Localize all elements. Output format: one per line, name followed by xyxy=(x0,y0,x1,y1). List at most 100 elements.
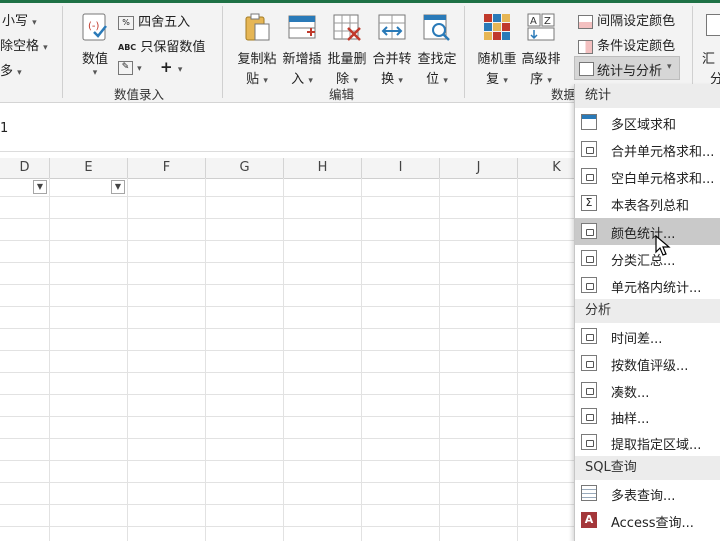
menu-item-column-totals[interactable]: Σ 本表各列总和 xyxy=(575,190,720,217)
menu-item-extract-area[interactable]: 提取指定区域... xyxy=(575,429,720,456)
column-header-i[interactable]: I xyxy=(362,158,440,178)
menu-item-label: 多表查询... xyxy=(611,489,676,504)
doc-icon xyxy=(581,277,597,293)
menu-item-label: Access查询... xyxy=(611,516,694,531)
menu-item-label: 本表各列总和 xyxy=(611,199,690,214)
value-button-label: 数值 xyxy=(81,52,108,67)
more-button[interactable]: 多 ▾ xyxy=(0,60,22,79)
cell-reference[interactable]: 1 xyxy=(0,121,8,136)
menu-item-label: 抽样... xyxy=(611,412,650,427)
edit-group-label: 编辑 xyxy=(329,87,355,102)
round-icon: % xyxy=(118,15,134,30)
keep-value-label: 只保留数值 xyxy=(140,40,206,55)
svg-text:A: A xyxy=(530,16,537,27)
menu-item-access-query[interactable]: A Access查询... xyxy=(575,507,720,534)
doc-icon xyxy=(581,355,597,371)
pencil-icon: ✎ xyxy=(118,60,133,75)
find-locate-button[interactable]: 查找定 位 ▾ xyxy=(414,8,460,87)
menu-item-label: 多区域求和 xyxy=(611,118,677,133)
abc-icon: ABC xyxy=(118,43,137,52)
lowercase-button[interactable]: 小写 ▾ xyxy=(2,10,37,29)
menu-item-label: 按数值评级... xyxy=(611,359,689,374)
menu-item-color-stats[interactable]: 颜色统计... xyxy=(575,218,720,245)
ribbon-top-accent xyxy=(0,0,720,3)
data-group-label: 数据 xyxy=(551,87,577,102)
edit-format-button[interactable]: ✎ ▾ xyxy=(118,60,142,75)
grid-line xyxy=(205,178,206,541)
plus-button[interactable]: + ▾ xyxy=(160,58,182,76)
round-button[interactable]: % 四舍五入 xyxy=(118,11,190,30)
doc-icon xyxy=(581,168,597,184)
round-label: 四舍五入 xyxy=(138,15,191,30)
grid-color-icon xyxy=(578,14,593,29)
column-header-g[interactable]: G xyxy=(206,158,284,178)
access-icon: A xyxy=(581,512,597,528)
svg-text:(-): (-) xyxy=(88,21,100,32)
merge-icon xyxy=(378,14,406,40)
doc-icon xyxy=(581,408,597,424)
column-header-j[interactable]: J xyxy=(440,158,518,178)
clipboard-icon xyxy=(245,13,270,41)
interval-color-label: 间隔设定颜色 xyxy=(597,14,676,29)
menu-section-sql: SQL查询 xyxy=(575,456,720,480)
svg-text:Z: Z xyxy=(544,16,551,27)
menu-item-multi-table-query[interactable]: 多表查询... xyxy=(575,480,720,507)
stats-analysis-label: 统计与分析 xyxy=(597,64,663,79)
menu-item-time-diff[interactable]: 时间差... xyxy=(575,323,720,350)
menu-item-multi-area-sum[interactable]: 多区域求和 xyxy=(575,109,720,136)
menu-item-label: 单元格内统计... xyxy=(611,281,702,296)
menu-item-sampling[interactable]: 抽样... xyxy=(575,403,720,430)
value-button[interactable]: (-) 数值 ▾ xyxy=(72,8,118,80)
column-header-h[interactable]: H xyxy=(284,158,362,178)
group-separator xyxy=(62,6,63,98)
summary-button-partial[interactable]: 汇 分 xyxy=(700,14,720,87)
menu-section-analysis: 分析 xyxy=(575,299,720,323)
menu-item-subtotal[interactable]: 分类汇总... xyxy=(575,245,720,272)
menu-item-merged-cell-sum[interactable]: 合并单元格求和... xyxy=(575,136,720,163)
filter-dropdown-e[interactable]: ▼ xyxy=(111,180,125,194)
grid-line xyxy=(439,178,440,541)
menu-item-blank-cell-sum[interactable]: 空白单元格求和... xyxy=(575,163,720,190)
chevron-down-icon: ▾ xyxy=(92,68,98,78)
chevron-down-icon: ▾ xyxy=(667,62,672,72)
menu-item-label: 凑数... xyxy=(611,386,650,401)
stats-icon xyxy=(579,62,594,76)
grid-line xyxy=(49,178,50,541)
column-header-f[interactable]: F xyxy=(128,158,206,178)
menu-item-label: 合并单元格求和... xyxy=(611,145,715,160)
find-icon xyxy=(423,14,450,41)
grid-line xyxy=(127,178,128,541)
group-separator xyxy=(464,6,465,98)
doc-icon xyxy=(581,382,597,398)
column-header-d[interactable]: D xyxy=(0,158,50,178)
cond-color-label: 条件设定颜色 xyxy=(597,39,676,54)
find-locate-label: 查找定 xyxy=(417,52,457,67)
mouse-cursor-icon xyxy=(655,235,671,256)
advanced-sort-label: 高级排 xyxy=(521,52,561,67)
menu-item-in-cell-stats[interactable]: 单元格内统计... xyxy=(575,272,720,299)
grid-line xyxy=(517,178,518,541)
grid-line xyxy=(361,178,362,541)
trim-spaces-button[interactable]: 除空格 ▾ xyxy=(0,35,48,54)
chevron-down-icon: ▼ xyxy=(36,182,44,191)
keep-value-button[interactable]: ABC 只保留数值 xyxy=(118,36,205,55)
value-icon: (-) xyxy=(82,13,107,41)
group-separator xyxy=(222,6,223,98)
cond-color-button[interactable]: 条件设定颜色 xyxy=(578,35,675,54)
doc-icon xyxy=(581,328,597,344)
chevron-down-icon: ▼ xyxy=(114,182,122,191)
filter-dropdown-d[interactable]: ▼ xyxy=(33,180,47,194)
advanced-sort-button[interactable]: A Z 高级排 序 ▾ xyxy=(518,8,564,87)
menu-item-rate-by-value[interactable]: 按数值评级... xyxy=(575,350,720,377)
menu-item-label: 时间差... xyxy=(611,332,663,347)
stats-analysis-menu: 统计 多区域求和 合并单元格求和... 空白单元格求和... Σ 本表各列总和 … xyxy=(574,84,720,541)
interval-color-button[interactable]: 间隔设定颜色 xyxy=(578,10,675,29)
delete-grid-icon xyxy=(333,14,361,41)
menu-item-make-up-number[interactable]: 凑数... xyxy=(575,377,720,404)
sigma-icon: Σ xyxy=(581,195,597,211)
doc-icon xyxy=(581,141,597,157)
insert-rows-icon xyxy=(288,15,316,39)
menu-item-label: 空白单元格求和... xyxy=(611,172,715,187)
stats-analysis-button[interactable]: 统计与分析 ▾ xyxy=(574,56,680,80)
column-header-e[interactable]: E xyxy=(50,158,128,178)
